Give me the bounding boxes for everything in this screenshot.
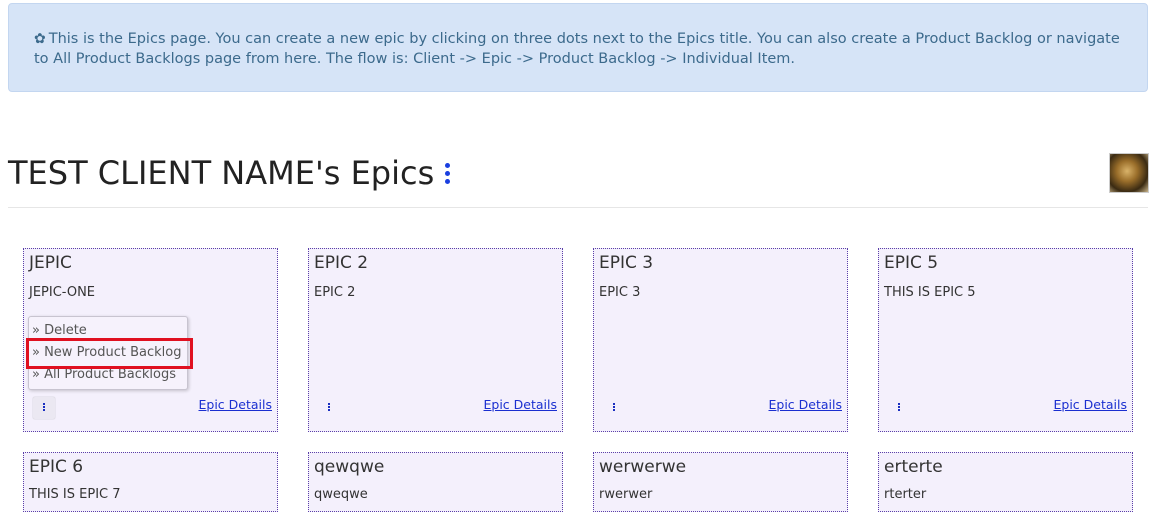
page-title: TEST CLIENT NAME's Epics (8, 154, 435, 192)
epic-menu-button[interactable] (888, 397, 910, 419)
epic-card: EPIC 3 EPIC 3 Epic Details (593, 248, 848, 432)
info-alert: ✿ This is the Epics page. You can create … (8, 3, 1148, 92)
epic-card: EPIC 5 THIS IS EPIC 5 Epic Details (878, 248, 1133, 432)
epic-details-link[interactable]: Epic Details (484, 397, 558, 412)
epic-title: qewqwe (314, 457, 385, 477)
highlight-box (26, 338, 193, 369)
epic-title: erterte (884, 457, 943, 477)
epic-description: EPIC 3 (599, 285, 641, 300)
epic-title: EPIC 2 (314, 253, 369, 273)
menu-item-delete[interactable]: » Delete (32, 323, 87, 338)
epic-description: qweqwe (314, 487, 368, 502)
epic-title: werwerwe (599, 457, 687, 477)
epic-title: EPIC 5 (884, 253, 939, 273)
epic-description: THIS IS EPIC 7 (29, 487, 121, 502)
epics-options-icon[interactable] (441, 163, 453, 189)
epic-details-link[interactable]: Epic Details (769, 397, 843, 412)
gear-icon: ✿ (34, 31, 46, 47)
epic-description: rterter (884, 487, 927, 502)
epic-card: EPIC 2 EPIC 2 Epic Details (308, 248, 563, 432)
epic-details-link[interactable]: Epic Details (199, 397, 273, 412)
epic-description: THIS IS EPIC 5 (884, 285, 976, 300)
epic-title: JEPIC (29, 253, 72, 273)
divider (8, 207, 1148, 208)
alert-text: This is the Epics page. You can create a… (34, 31, 1120, 67)
epic-menu-button[interactable] (33, 397, 55, 419)
menu-item-all-product-backlogs[interactable]: » All Product Backlogs (32, 367, 176, 382)
epic-description: rwerwer (599, 487, 653, 502)
epic-card: qewqwe qweqwe (308, 452, 563, 512)
epic-description: JEPIC-ONE (29, 285, 96, 300)
epic-title: EPIC 3 (599, 253, 654, 273)
epic-menu-button[interactable] (603, 397, 625, 419)
epic-card: erterte rterter (878, 452, 1133, 512)
epic-details-link[interactable]: Epic Details (1054, 397, 1128, 412)
epic-card: werwerwe rwerwer (593, 452, 848, 512)
epic-description: EPIC 2 (314, 285, 356, 300)
epic-title: EPIC 6 (29, 457, 84, 477)
epic-card: EPIC 6 THIS IS EPIC 7 (23, 452, 278, 512)
avatar[interactable] (1109, 153, 1149, 193)
epic-menu-button[interactable] (318, 397, 340, 419)
